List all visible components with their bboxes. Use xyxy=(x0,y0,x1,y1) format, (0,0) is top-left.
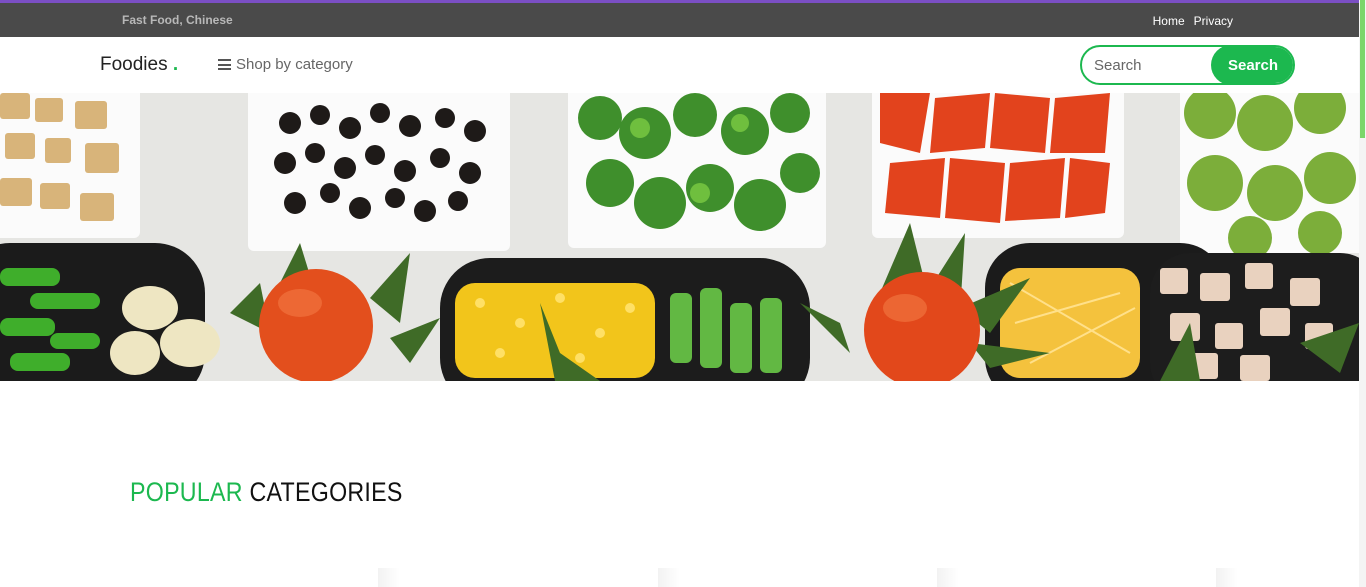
top-bar: Fast Food, Chinese Home Privacy xyxy=(0,0,1359,37)
search-button[interactable]: Search xyxy=(1211,47,1293,83)
search-form: Search xyxy=(1080,45,1295,85)
category-card-edge xyxy=(1216,568,1238,587)
brand-dot: . xyxy=(172,54,179,75)
home-link[interactable]: Home xyxy=(1153,14,1185,28)
popular-categories-heading: POPULAR CATEGORIES xyxy=(130,477,403,508)
category-card-edge xyxy=(378,568,400,587)
brand-logo[interactable]: Foodies . xyxy=(100,54,178,76)
top-links: Home Privacy xyxy=(1153,14,1233,28)
shop-by-category-menu[interactable]: Shop by category xyxy=(218,56,353,73)
brand-name: Foodies xyxy=(100,54,168,75)
navbar: Foodies . Shop by category Search xyxy=(0,37,1359,93)
category-card-edge xyxy=(937,568,959,587)
privacy-link[interactable]: Privacy xyxy=(1194,14,1233,28)
heading-rest: CATEGORIES xyxy=(249,477,403,507)
scrollbar-thumb[interactable] xyxy=(1360,0,1365,138)
shop-by-category-label: Shop by category xyxy=(236,56,353,73)
category-card-edge xyxy=(658,568,680,587)
heading-highlight: POPULAR xyxy=(130,477,243,507)
tagline: Fast Food, Chinese xyxy=(122,13,233,27)
page-scrollbar[interactable] xyxy=(1359,0,1366,587)
hamburger-icon xyxy=(218,59,231,70)
hero-carousel[interactable] xyxy=(0,93,1359,381)
hero-food-image xyxy=(0,93,1359,381)
